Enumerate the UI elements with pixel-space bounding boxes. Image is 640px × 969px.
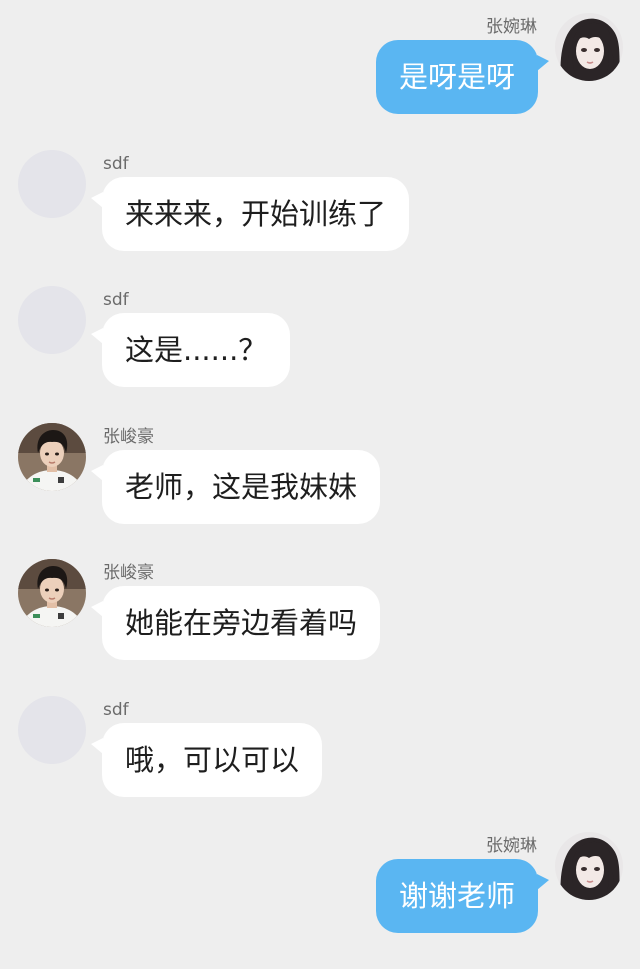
message-row: 张婉琳 谢谢老师	[0, 832, 640, 969]
sender-name: sdf	[103, 699, 129, 720]
message-bubble[interactable]: 她能在旁边看着吗	[90, 586, 381, 660]
sender-name: 张婉琳	[486, 17, 537, 37]
message-row: 张婉琳 是呀是呀	[0, 13, 640, 150]
avatar[interactable]	[18, 149, 86, 218]
sender-name: 张峻豪	[103, 563, 154, 583]
avatar[interactable]	[18, 695, 86, 764]
boy-photo	[18, 559, 86, 627]
avatar[interactable]	[18, 286, 86, 354]
sender-name: 张婉琳	[486, 836, 537, 856]
avatar[interactable]	[18, 423, 86, 491]
avatar[interactable]	[18, 559, 86, 627]
girl-photo	[555, 13, 623, 81]
message-row: 张峻豪 老师，这是我妹妹	[0, 423, 640, 560]
sender-name: sdf	[103, 153, 129, 174]
boy-photo	[18, 423, 86, 491]
avatar[interactable]	[555, 13, 623, 81]
message-bubble[interactable]: 是呀是呀	[375, 40, 550, 114]
message-row: sdf 这是......？	[0, 286, 640, 423]
message-bubble[interactable]: 谢谢老师	[375, 859, 550, 933]
message-row: sdf 来来来，开始训练了	[0, 149, 640, 287]
message-row: sdf 哦，可以可以	[0, 695, 640, 833]
message-bubble[interactable]: 来来来，开始训练了	[90, 176, 410, 251]
message-row: 张峻豪 她能在旁边看着吗	[0, 559, 640, 696]
avatar[interactable]	[555, 832, 623, 900]
message-bubble[interactable]: 这是......？	[90, 313, 291, 387]
girl-photo	[555, 832, 623, 900]
message-bubble[interactable]: 老师，这是我妹妹	[90, 449, 381, 524]
chat-list[interactable]: 张婉琳 是呀是呀 sdf 来来来，开始训练了 sdf 这是......？ 张峻豪…	[0, 0, 640, 969]
sender-name: 张峻豪	[103, 426, 154, 447]
sender-name: sdf	[103, 290, 129, 310]
message-bubble[interactable]: 哦，可以可以	[90, 722, 323, 797]
